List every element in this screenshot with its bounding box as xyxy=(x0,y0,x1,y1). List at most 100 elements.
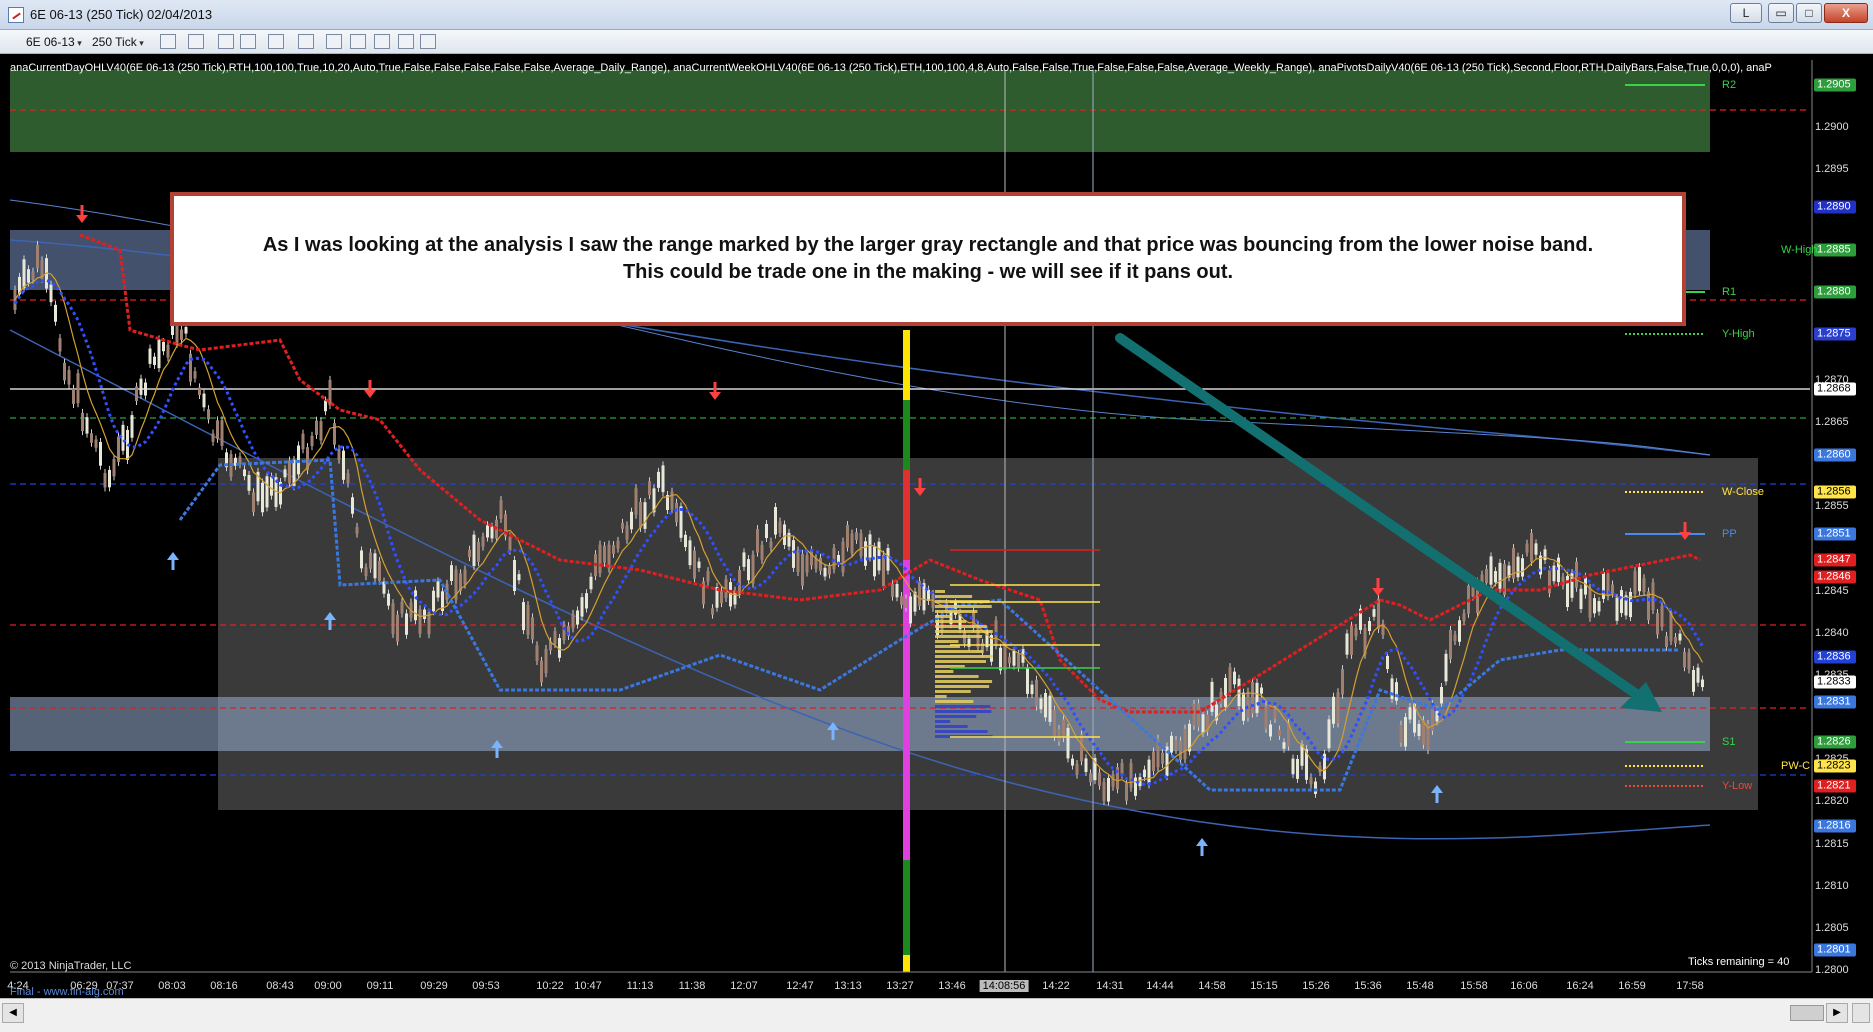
price-tick-label: 1.2855 xyxy=(1815,500,1849,513)
candle-body xyxy=(315,420,318,435)
candle-body xyxy=(144,382,147,396)
candle-body xyxy=(1701,679,1704,688)
candle-body xyxy=(1692,669,1695,692)
candle-body xyxy=(1651,582,1655,610)
scroll-right-button[interactable]: ▶ xyxy=(1826,1003,1848,1023)
candle-body xyxy=(94,439,98,448)
candle-body xyxy=(855,532,858,540)
candle-body xyxy=(1435,710,1439,722)
link-button[interactable]: L xyxy=(1730,3,1762,23)
price-marker-tag: 1.2875 xyxy=(1814,327,1856,341)
candle-body xyxy=(261,482,264,513)
candle-body xyxy=(621,522,624,529)
volume-profile-bar xyxy=(935,710,992,713)
price-tick-label: 1.2865 xyxy=(1815,416,1849,429)
close-button[interactable]: X xyxy=(1824,3,1868,23)
draw-pencil-icon[interactable] xyxy=(188,34,204,49)
price-marker-tag: 1.2831 xyxy=(1814,695,1856,709)
candle-body xyxy=(1521,558,1524,577)
candle-body xyxy=(1030,684,1034,695)
indicators-icon[interactable] xyxy=(326,34,342,49)
candle-body xyxy=(1408,707,1412,720)
volume-profile-bar xyxy=(935,655,993,658)
bar-type-icon[interactable] xyxy=(160,34,176,49)
time-tick-label: 11:13 xyxy=(626,980,654,992)
candle-body xyxy=(909,596,912,624)
candle-body xyxy=(1525,543,1529,553)
zoom-icon[interactable] xyxy=(298,34,314,49)
volume-profile-bar xyxy=(935,625,987,628)
time-tick-label: 09:11 xyxy=(366,980,394,992)
scroll-left-button[interactable]: ◀ xyxy=(2,1003,24,1023)
candle-body xyxy=(657,471,660,488)
candle-body xyxy=(904,598,908,608)
price-marker-tag: 1.2880 xyxy=(1814,285,1856,299)
candle-body xyxy=(36,244,39,269)
price-marker-tag: 1.2846 xyxy=(1814,570,1856,584)
candle-body xyxy=(1620,590,1623,614)
candle-body xyxy=(337,448,341,460)
candle-body xyxy=(513,560,516,592)
minimize-button[interactable]: ▭ xyxy=(1768,3,1794,23)
window-title: 6E 06-13 (250 Tick) 02/04/2013 xyxy=(30,7,213,22)
crosshair-icon[interactable] xyxy=(268,34,284,49)
candle-body xyxy=(1075,763,1079,775)
candle-body xyxy=(1368,621,1371,632)
candle-body xyxy=(742,552,746,567)
scroll-end-button[interactable] xyxy=(1852,1003,1870,1023)
template-icon[interactable] xyxy=(420,34,436,49)
candle-body xyxy=(603,545,606,563)
level-label: S1 xyxy=(1722,736,1736,748)
data-box-icon[interactable] xyxy=(398,34,414,49)
candle-body xyxy=(999,647,1002,671)
candle-body xyxy=(157,339,161,369)
candle-body xyxy=(1530,533,1533,562)
candle-body xyxy=(378,560,381,581)
candle-body xyxy=(1669,612,1673,642)
candle-body xyxy=(1228,667,1232,693)
candle-body xyxy=(1066,727,1070,759)
candle-body xyxy=(634,488,638,515)
volume-profile-bar xyxy=(935,620,967,623)
properties-icon[interactable] xyxy=(374,34,390,49)
candle-body xyxy=(1161,752,1164,764)
time-tick-label: 16:24 xyxy=(1566,980,1594,992)
candle-body xyxy=(112,458,116,477)
maximize-button[interactable]: □ xyxy=(1796,3,1822,23)
time-tick-label: 09:00 xyxy=(314,980,342,992)
pointer-icon[interactable] xyxy=(218,34,234,49)
candle-body xyxy=(180,329,183,340)
horizontal-scrollbar[interactable]: ◀ ▶ xyxy=(0,998,1873,1032)
volume-profile-bar xyxy=(935,605,992,608)
scroll-thumb[interactable] xyxy=(1790,1005,1824,1021)
candle-body xyxy=(882,554,885,587)
candle-body xyxy=(22,259,26,289)
candle-body xyxy=(121,424,125,451)
sell-arrow-head-2 xyxy=(709,392,721,400)
candle-body xyxy=(247,475,251,491)
candle-body xyxy=(72,388,75,404)
candle-body xyxy=(468,549,471,558)
candle-body xyxy=(216,420,219,439)
candle-body xyxy=(1345,633,1349,655)
candle-body xyxy=(432,590,435,612)
time-tick-label: 14:31 xyxy=(1096,980,1124,992)
magic-wand-icon[interactable] xyxy=(240,34,256,49)
time-tick-label: 15:48 xyxy=(1406,980,1434,992)
candle-body xyxy=(139,378,143,395)
candle-body xyxy=(1282,742,1286,749)
time-tick-label: 10:47 xyxy=(574,980,602,992)
candle-body xyxy=(301,433,305,450)
volume-profile-bar xyxy=(935,650,984,653)
period-selector[interactable]: 250 Tick xyxy=(92,35,144,49)
session-bar-seg-4 xyxy=(903,860,910,955)
candle-body xyxy=(1579,588,1583,609)
strategies-icon[interactable] xyxy=(350,34,366,49)
instrument-selector[interactable]: 6E 06-13 xyxy=(26,35,82,49)
candle-body xyxy=(1638,567,1641,592)
candle-body xyxy=(405,613,408,635)
price-marker-tag: 1.2885 xyxy=(1814,243,1856,257)
level-label: W-High xyxy=(1781,244,1818,256)
site-link[interactable]: Final - www.fin-alg.com xyxy=(10,986,124,998)
candle-body xyxy=(414,590,417,621)
